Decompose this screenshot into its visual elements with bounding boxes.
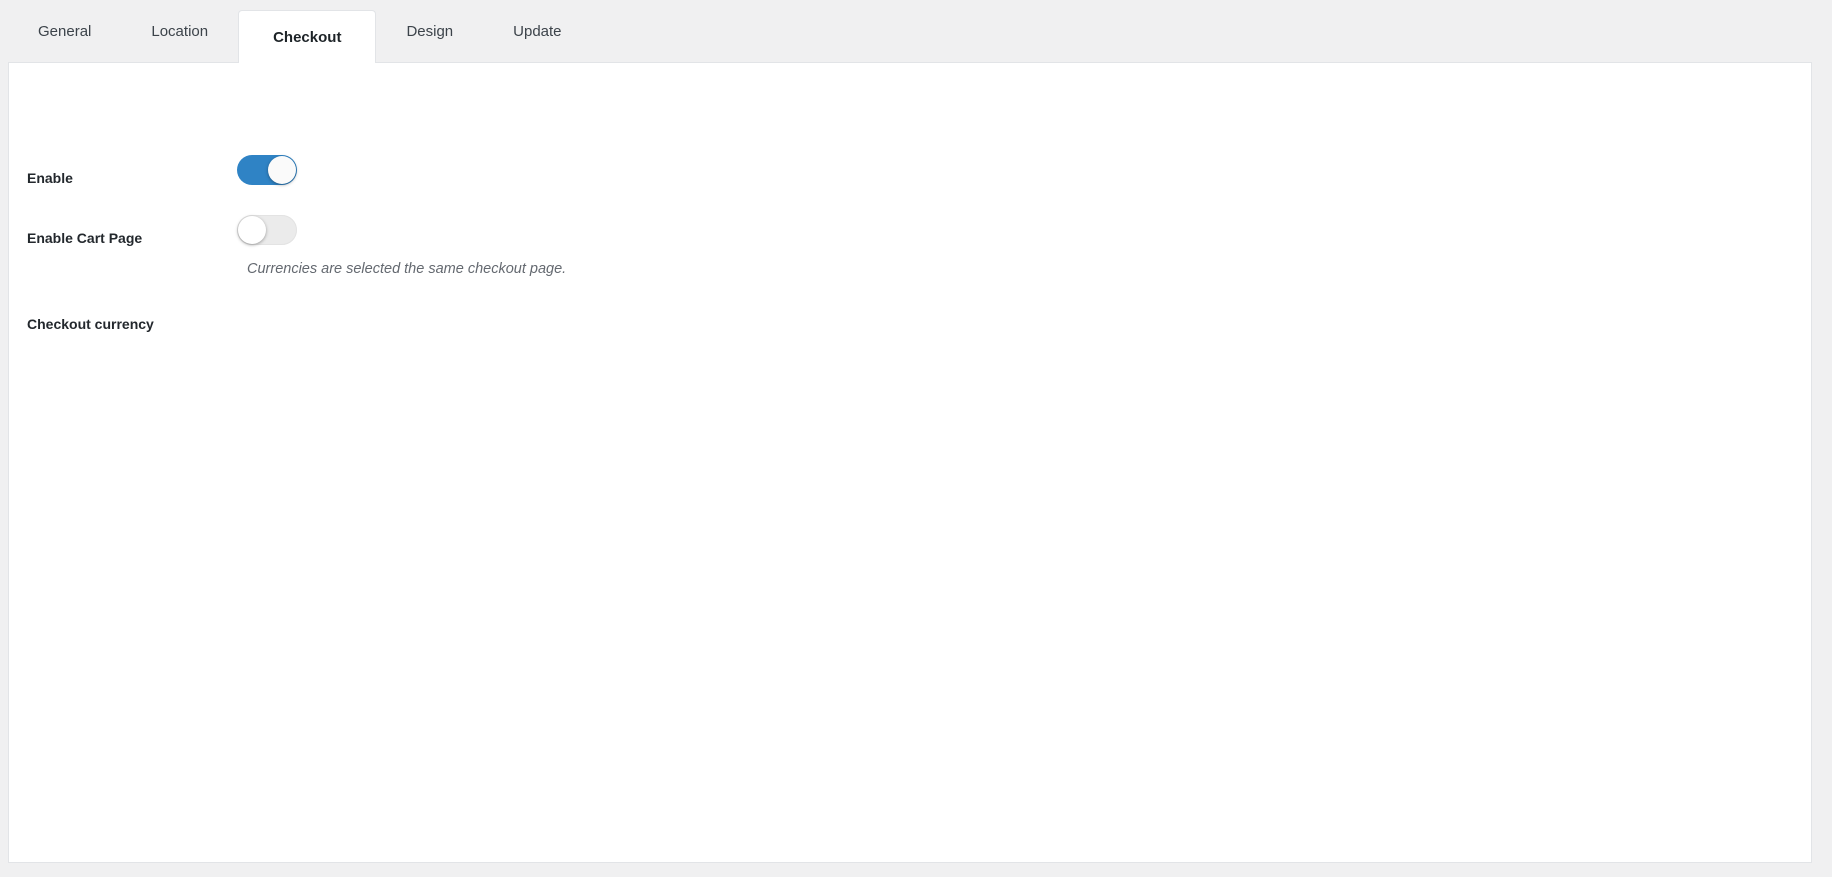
enable-cart-page-label: Enable Cart Page (27, 230, 142, 246)
enable-toggle[interactable] (237, 155, 297, 185)
settings-tabbar: General Location Checkout Design Update (8, 0, 592, 62)
enable-label: Enable (27, 170, 73, 186)
checkout-currency-label: Checkout currency (27, 316, 154, 332)
tab-location[interactable]: Location (121, 0, 238, 62)
checkout-settings-panel: Enable Enable Cart Page Currencies are s… (8, 62, 1812, 863)
toggle-knob (238, 216, 266, 244)
toggle-knob (268, 156, 296, 184)
cart-page-help-text: Currencies are selected the same checkou… (247, 261, 566, 277)
tab-general[interactable]: General (8, 0, 121, 62)
tab-update[interactable]: Update (483, 0, 591, 62)
tab-design[interactable]: Design (376, 0, 483, 62)
enable-cart-page-toggle[interactable] (237, 215, 297, 245)
tab-checkout[interactable]: Checkout (238, 10, 376, 63)
